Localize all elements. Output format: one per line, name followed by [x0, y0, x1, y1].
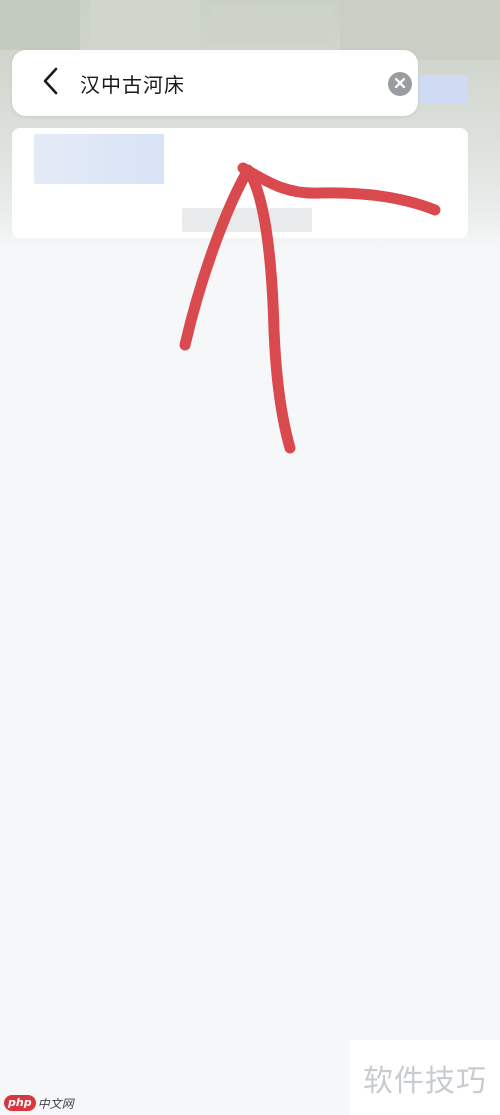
map-blur-block: [90, 0, 200, 45]
map-blur-block: [415, 75, 467, 103]
watermark-site-text: 中文网: [37, 1096, 74, 1111]
clear-search-button[interactable]: [388, 72, 412, 96]
php-logo: php: [4, 1095, 36, 1111]
map-blur-block: [210, 5, 330, 45]
clear-circle-icon: [393, 75, 407, 94]
watermark-corner-text: 软件技巧: [363, 1063, 487, 1099]
back-button[interactable]: [28, 50, 74, 116]
result-blurred-thumbnail: [34, 134, 164, 184]
chevron-left-icon: [40, 66, 62, 100]
result-blurred-label: [182, 208, 312, 232]
watermark-site: php 中文网: [4, 1094, 74, 1112]
map-blur-block: [0, 0, 80, 50]
search-bar[interactable]: 汉中古河床: [12, 50, 418, 116]
search-result-card[interactable]: [12, 128, 468, 238]
watermark-corner: 软件技巧: [350, 1040, 500, 1115]
search-query-text[interactable]: 汉中古河床: [80, 69, 185, 98]
